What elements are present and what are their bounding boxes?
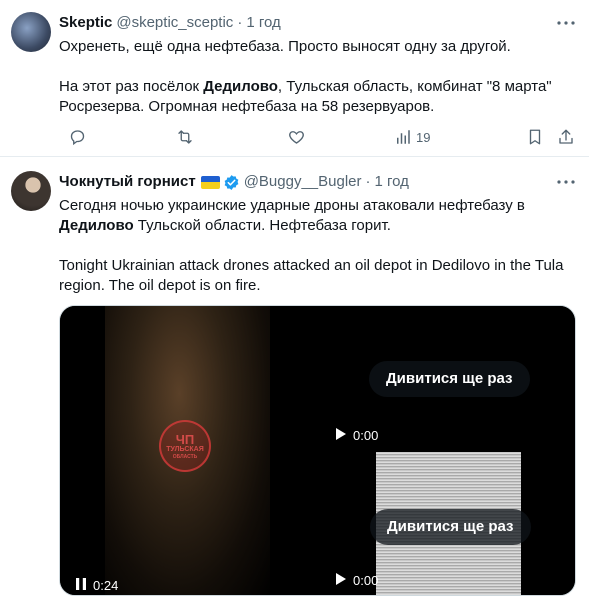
- separator: ·: [365, 173, 371, 190]
- video-player-main[interactable]: ЧП ТУЛЬСКАЯ ОБЛАСТЬ 0:24: [60, 306, 317, 595]
- video-player-3[interactable]: Дивитися ще раз 0:00: [319, 452, 575, 595]
- retweet-button[interactable]: [175, 127, 195, 147]
- video-time: 0:24: [93, 578, 119, 593]
- tweet-text-ru: Сегодня ночью украинские ударные дроны а…: [59, 196, 579, 236]
- separator: ·: [237, 14, 243, 31]
- more-dots-icon[interactable]: [555, 13, 577, 33]
- bookmark-icon: [527, 128, 543, 146]
- pause-icon[interactable]: [76, 578, 86, 593]
- stats-button[interactable]: 19: [394, 127, 430, 147]
- text-plain: Сегодня ночью украинские ударные дроны а…: [59, 197, 525, 214]
- author-handle[interactable]: @Buggy__Bugler: [244, 172, 362, 192]
- text-bold-place: Дедилово: [59, 217, 134, 234]
- tweet-text-line2: На этот раз посёлок Дедилово, Тульская о…: [59, 77, 579, 117]
- tweet-bugler[interactable]: Чокнутый горнист @Buggy__Bugler · 1 год …: [0, 158, 589, 606]
- retweet-icon: [175, 128, 195, 146]
- stats-count: 19: [416, 129, 431, 145]
- reply-button[interactable]: [68, 127, 87, 147]
- media-grid: ЧП ТУЛЬСКАЯ ОБЛАСТЬ 0:24 Дивитися ще раз…: [59, 305, 576, 596]
- author-handle[interactable]: @skeptic_sceptic: [116, 13, 233, 33]
- video-player-2[interactable]: Дивитися ще раз 0:00: [319, 306, 575, 450]
- play-icon[interactable]: [336, 428, 346, 443]
- tweet-text-line1: Охренеть, ещё одна нефтебаза. Просто вын…: [59, 38, 511, 55]
- video-controls: 0:00: [336, 573, 378, 588]
- video-controls: 0:24: [76, 578, 118, 593]
- watch-again-button[interactable]: Дивитися ще раз: [370, 509, 531, 545]
- tweet-time[interactable]: 1 год: [375, 172, 409, 192]
- bookmark-button[interactable]: [527, 127, 543, 147]
- tweet-text-en: Tonight Ukrainian attack drones attacked…: [59, 257, 564, 294]
- author-name[interactable]: Чокнутый горнист: [59, 172, 196, 192]
- video-time: 0:00: [353, 428, 379, 443]
- tweet-time[interactable]: 1 год: [246, 13, 280, 33]
- action-bar: 19: [59, 127, 579, 147]
- like-icon: [287, 128, 306, 146]
- play-icon[interactable]: [336, 573, 346, 588]
- tweet-skeptic[interactable]: Skeptic @skeptic_sceptic · 1 год Охренет…: [0, 0, 589, 157]
- video-time: 0:00: [353, 573, 379, 588]
- text-bold-place: Дедилово: [203, 78, 278, 95]
- stats-icon: [394, 128, 412, 146]
- avatar-skeptic[interactable]: [11, 12, 51, 52]
- share-icon: [557, 128, 575, 146]
- tweet-header: Чокнутый горнист @Buggy__Bugler · 1 год: [59, 172, 409, 192]
- video-controls: 0:00: [336, 428, 378, 443]
- watermark-logo: ЧП ТУЛЬСКАЯ ОБЛАСТЬ: [159, 420, 211, 472]
- tweet-header: Skeptic @skeptic_sceptic · 1 год: [59, 13, 281, 33]
- more-dots-icon[interactable]: [555, 172, 577, 192]
- text-plain: На этот раз посёлок: [59, 78, 204, 95]
- share-button[interactable]: [557, 127, 575, 147]
- avatar-bugler[interactable]: [11, 171, 51, 211]
- watch-again-button[interactable]: Дивитися ще раз: [369, 361, 530, 397]
- ukraine-flag-icon: [200, 175, 220, 189]
- reply-icon: [68, 128, 87, 146]
- author-name[interactable]: Skeptic: [59, 13, 112, 33]
- verified-badge-icon[interactable]: [223, 174, 240, 191]
- like-button[interactable]: [287, 127, 306, 147]
- text-plain: Тульской области. Нефтебаза горит.: [133, 217, 391, 234]
